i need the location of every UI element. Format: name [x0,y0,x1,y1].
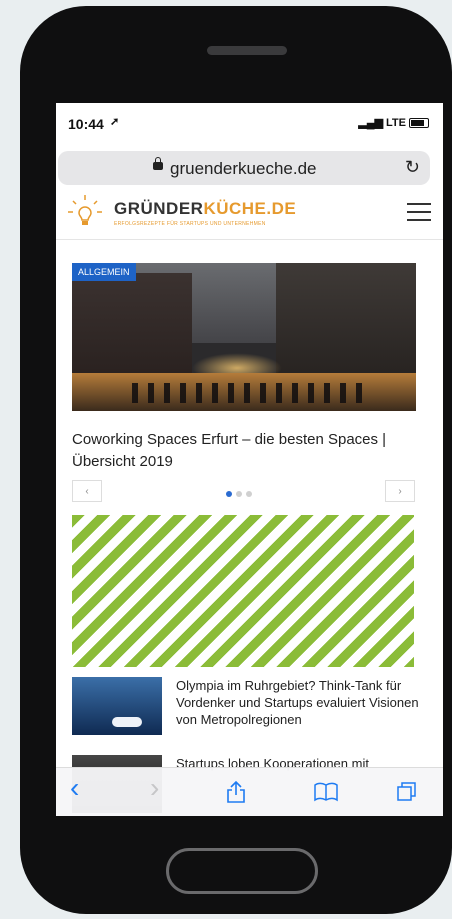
slider-dot[interactable] [226,491,232,497]
browser-toolbar: ‹ › [56,767,443,816]
article-item[interactable]: Olympia im Ruhrgebiet? Think-Tank für Vo… [72,677,422,741]
ad-placeholder [72,515,414,667]
category-badge[interactable]: ALLGEMEIN [72,263,136,281]
status-time: 10:44 [68,116,104,132]
logo-text-part1: GRÜNDER [114,199,204,218]
slider-dots [226,491,252,497]
lightbulb-logo-icon [68,195,102,225]
site-header: GRÜNDERKÜCHE.DE ERFOLGSREZEPTE FÜR START… [56,189,443,240]
reload-icon[interactable]: ↻ [405,157,420,178]
phone-frame: 10:44 ➚ ▂▄▆ LTE gruenderkueche.de ↻ GRÜN… [20,6,452,914]
logo-text-part2: KÜCHE.DE [203,199,297,218]
share-icon[interactable] [226,780,246,804]
location-arrow-icon: ➚ [110,116,120,128]
hamburger-icon[interactable] [407,203,431,221]
phone-speaker [207,46,287,55]
status-indicators: ▂▄▆ LTE [358,116,429,129]
back-button[interactable]: ‹ [70,772,79,804]
slider-dot[interactable] [246,491,252,497]
slider-image[interactable]: ALLGEMEIN [72,263,416,411]
status-bar: 10:44 ➚ ▂▄▆ LTE [56,103,443,143]
article-thumbnail[interactable] [72,677,162,735]
slider-dot[interactable] [236,491,242,497]
slider-prev-button[interactable]: ‹ [72,480,102,502]
site-logo[interactable]: GRÜNDERKÜCHE.DE [114,199,296,219]
address-bar[interactable]: gruenderkueche.de ↻ [58,151,430,185]
slider-next-button[interactable]: › [385,480,415,502]
home-button[interactable] [166,848,318,894]
slider-title[interactable]: Coworking Spaces Erfurt – die besten Spa… [72,429,422,473]
signal-bars-icon: ▂▄▆ [358,117,384,129]
logo-tagline: ERFOLGSREZEPTE FÜR STARTUPS UND UNTERNEH… [114,221,266,227]
url-text: gruenderkueche.de [170,159,317,178]
tabs-icon[interactable] [396,781,418,803]
bookmarks-icon[interactable] [313,782,339,802]
battery-icon [409,117,429,128]
network-label: LTE [386,116,406,129]
forward-button[interactable]: › [150,772,159,804]
lock-icon [153,157,163,170]
article-title[interactable]: Olympia im Ruhrgebiet? Think-Tank für Vo… [176,677,422,728]
phone-screen: 10:44 ➚ ▂▄▆ LTE gruenderkueche.de ↻ GRÜN… [56,103,443,816]
